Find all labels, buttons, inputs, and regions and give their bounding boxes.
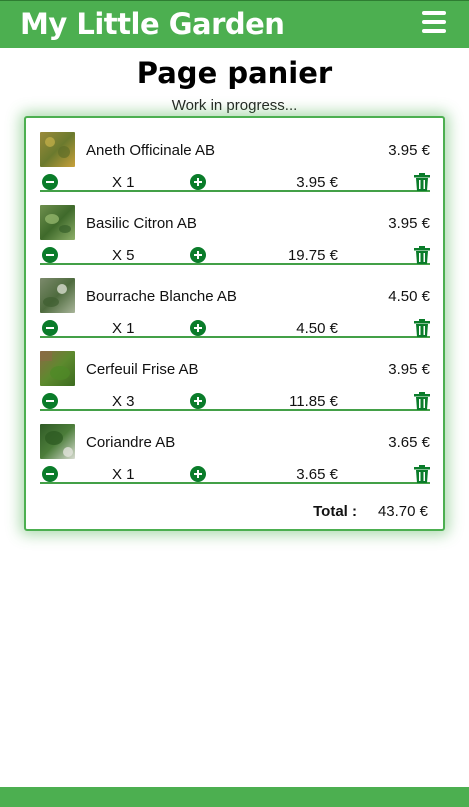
total-label: Total :	[313, 503, 357, 520]
decrease-quantity-button[interactable]	[42, 320, 58, 336]
cart-panel: Aneth Officinale AB 3.95 € X 1 3.95 € Ba…	[24, 116, 445, 531]
footer-bar	[0, 787, 469, 807]
trash-icon[interactable]	[414, 465, 430, 483]
trash-icon[interactable]	[414, 173, 430, 191]
decrease-quantity-button[interactable]	[42, 174, 58, 190]
cart-item: Cerfeuil Frise AB 3.95 € X 3 11.85 €	[40, 337, 430, 411]
quantity: X 3	[112, 393, 135, 410]
quantity: X 1	[112, 174, 135, 191]
unit-price: 3.95 €	[388, 361, 430, 378]
cart-item: Basilic Citron AB 3.95 € X 5 19.75 €	[40, 191, 430, 265]
product-name[interactable]: Coriandre AB	[86, 434, 175, 451]
decrease-quantity-button[interactable]	[42, 393, 58, 409]
unit-price: 3.95 €	[388, 142, 430, 159]
cart-item: Coriandre AB 3.65 € X 1 3.65 €	[40, 410, 430, 484]
line-total: 3.95 €	[296, 174, 338, 191]
product-thumbnail	[40, 278, 75, 313]
decrease-quantity-button[interactable]	[42, 247, 58, 263]
line-total: 4.50 €	[296, 320, 338, 337]
product-thumbnail	[40, 351, 75, 386]
product-name[interactable]: Aneth Officinale AB	[86, 142, 215, 159]
product-thumbnail	[40, 132, 75, 167]
line-total: 11.85 €	[289, 393, 338, 410]
increase-quantity-button[interactable]	[190, 174, 206, 190]
line-total: 19.75 €	[287, 247, 338, 264]
increase-quantity-button[interactable]	[190, 466, 206, 482]
unit-price: 3.65 €	[388, 434, 430, 451]
page-subtitle: Work in progress...	[171, 97, 298, 114]
increase-quantity-button[interactable]	[190, 320, 206, 336]
product-thumbnail	[40, 424, 75, 459]
brand-title[interactable]: My Little Garden	[20, 7, 285, 41]
trash-icon[interactable]	[414, 319, 430, 337]
product-name[interactable]: Cerfeuil Frise AB	[86, 361, 199, 378]
unit-price: 4.50 €	[388, 288, 430, 305]
hamburger-menu-icon[interactable]	[422, 11, 446, 35]
product-thumbnail	[40, 205, 75, 240]
quantity: X 5	[112, 247, 135, 264]
quantity: X 1	[112, 320, 135, 337]
increase-quantity-button[interactable]	[190, 393, 206, 409]
cart-item: Bourrache Blanche AB 4.50 € X 1 4.50 €	[40, 264, 430, 338]
quantity: X 1	[112, 466, 135, 483]
item-controls: X 1 3.65 €	[40, 465, 430, 486]
cart-item: Aneth Officinale AB 3.95 € X 1 3.95 €	[40, 118, 430, 192]
page-title: Page panier	[136, 56, 333, 90]
total-value: 43.70 €	[377, 503, 428, 520]
product-name[interactable]: Basilic Citron AB	[86, 215, 197, 232]
trash-icon[interactable]	[414, 246, 430, 264]
increase-quantity-button[interactable]	[190, 247, 206, 263]
unit-price: 3.95 €	[388, 215, 430, 232]
top-navbar: My Little Garden	[0, 0, 469, 48]
decrease-quantity-button[interactable]	[42, 466, 58, 482]
product-name[interactable]: Bourrache Blanche AB	[86, 288, 237, 305]
trash-icon[interactable]	[414, 392, 430, 410]
line-total: 3.65 €	[296, 466, 338, 483]
